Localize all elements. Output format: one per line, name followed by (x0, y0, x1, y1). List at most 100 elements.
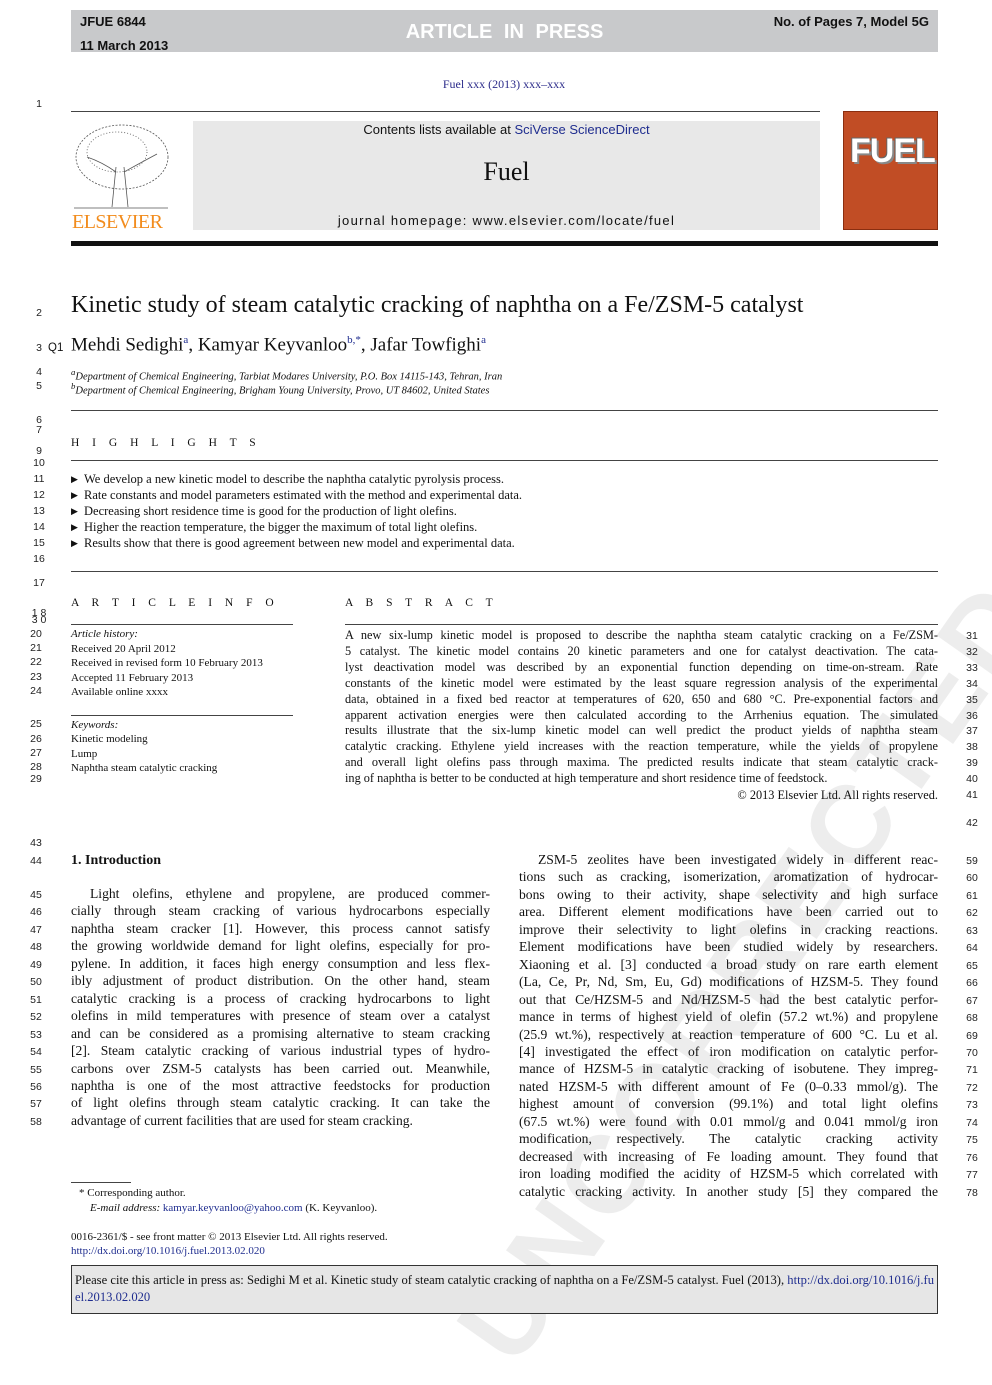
line-number: 62 (966, 907, 978, 920)
email-label: E-mail address: (90, 1202, 163, 1214)
abstract-line: apparent activation energies were then c… (345, 707, 938, 722)
line-number: 75 (966, 1134, 978, 1147)
body-line: ibly adjustment of product distribution.… (71, 973, 490, 989)
body-line: advantage of current facilities that are… (71, 1112, 413, 1128)
issn-line: 0016-2361/$ - see front matter © 2013 El… (71, 1231, 388, 1243)
bullet-icon: ▶ (71, 474, 78, 484)
line-number: 7 (36, 424, 42, 436)
elsevier-logo: ELSEVIER (72, 211, 163, 233)
line-number: 74 (966, 1116, 978, 1129)
page-count: No. of Pages 7, Model 5G (773, 14, 929, 29)
body-line: naphtha steam cracker [1]. However, this… (71, 920, 490, 936)
line-number: 64 (966, 942, 978, 955)
body-line: the growing worldwide demand for light o… (71, 938, 490, 954)
bullet-icon: ▶ (71, 522, 78, 532)
line-number: 57 (30, 1098, 42, 1111)
body-line: Light olefins, ethylene and propylene, a… (90, 886, 490, 901)
body-line: modification, respectively. The catalyti… (519, 1131, 938, 1147)
line-number: 11 (33, 473, 45, 485)
copyright: © 2013 Elsevier Ltd. All rights reserved… (737, 788, 938, 802)
line-number: 55 (30, 1063, 42, 1076)
line-number: 48 (30, 941, 42, 954)
line-number: 67 (966, 994, 978, 1007)
abstract-line: ing of naphtha is better to be conducted… (345, 771, 828, 786)
line-number: 73 (966, 1099, 978, 1112)
sciencedirect-link[interactable]: SciVerse ScienceDirect (514, 122, 649, 137)
affiliation-ref[interactable]: b,* (347, 334, 361, 346)
line-number: 52 (30, 1011, 42, 1024)
doi-link[interactable]: http://dx.doi.org/10.1016/j.fuel.2013.02… (71, 1245, 265, 1257)
history-item: Received in revised form 10 February 201… (71, 657, 263, 670)
section-heading: 1. Introduction (71, 853, 161, 868)
body-line: [4] investigated the effect of iron modi… (519, 1043, 938, 1059)
affiliation-ref[interactable]: a (183, 334, 188, 346)
abstract-line: A new six-lump kinetic model is proposed… (345, 628, 938, 642)
line-number: 1 (36, 98, 42, 110)
line-number: 76 (966, 1151, 978, 1164)
line-number: 35 (966, 693, 978, 706)
elsevier-tree-logo (72, 122, 170, 210)
affiliation: bDepartment of Chemical Engineering, Bri… (71, 381, 489, 397)
line-number: 40 (966, 773, 978, 786)
line-number: 25 (30, 718, 42, 730)
line-number: 65 (966, 959, 978, 972)
highlight-item: Results show that there is good agreemen… (84, 536, 515, 550)
line-number: 38 (966, 741, 978, 754)
line-number: 33 (966, 661, 978, 674)
body-line: mance of HZSM-5 in catalytic cracking of… (519, 1061, 938, 1077)
body-line: out that Ce/HZSM-5 and Nd/HZSM-5 had the… (519, 991, 938, 1007)
line-number: 66 (966, 977, 978, 990)
abstract-heading: A B S T R A C T (345, 597, 498, 609)
line-number: 26 (30, 733, 42, 745)
aff-text: Department of Chemical Engineering, Brig… (75, 385, 490, 397)
line-number: 10 (33, 457, 45, 469)
cite-this-article-box: Please cite this article in press as: Se… (71, 1265, 938, 1314)
line-number: 44 (30, 855, 42, 867)
keyword[interactable]: Lump (71, 748, 97, 760)
body-line: area. Different element modifications ha… (519, 904, 938, 920)
line-number: 61 (966, 889, 978, 902)
line-number: 14 (33, 521, 45, 533)
line-number: 3 0 (31, 614, 47, 626)
line-number: 31 (966, 630, 978, 642)
journal-masthead: Contents lists available at SciVerse Sci… (193, 121, 820, 230)
corresponding-author-note: * Corresponding author. (79, 1187, 186, 1199)
body-line: mance in terms of highest yield of olefi… (519, 1009, 938, 1025)
line-number: 46 (30, 906, 42, 919)
email-link[interactable]: kamyar.keyvanloo@yahoo.com (163, 1202, 303, 1214)
line-number: 12 (33, 489, 45, 501)
line-number: 4 (36, 366, 42, 378)
body-line: Element modifications have been studied … (519, 939, 938, 955)
body-line: olefins in mild temperatures with presen… (71, 1008, 490, 1024)
keyword[interactable]: Naphtha steam catalytic cracking (71, 762, 217, 774)
line-number: 45 (30, 889, 42, 901)
body-line: and can be considered as a promising alt… (71, 1025, 490, 1041)
line-number: 20 (30, 628, 42, 640)
line-number: 34 (966, 677, 978, 690)
line-number: 71 (966, 1064, 978, 1077)
line-number: 72 (966, 1081, 978, 1094)
line-number: 47 (30, 923, 42, 936)
abstract-line: and overall light olefins pass through m… (345, 755, 938, 770)
affiliation-ref[interactable]: a (481, 334, 486, 346)
journal-citation: Fuel xxx (2013) xxx–xxx (442, 77, 566, 91)
article-in-press-bar: JFUE 6844 11 March 2013 ARTICLE IN PRESS… (71, 10, 938, 53)
journal-homepage[interactable]: journal homepage: www.elsevier.com/locat… (193, 213, 820, 228)
line-number: 41 (966, 789, 978, 801)
abstract-line: constants of the kinetic model were esti… (345, 675, 938, 690)
line-number: 28 (30, 761, 42, 773)
line-number: 51 (30, 993, 42, 1006)
body-line: ZSM-5 zeolites have been investigated wi… (538, 852, 938, 867)
contents-label: Contents lists available at (363, 122, 515, 137)
body-line: of light olefins through steam catalytic… (71, 1095, 490, 1111)
line-number: 59 (966, 855, 978, 867)
keyword[interactable]: Kinetic modeling (71, 733, 148, 745)
body-line: Xiaoning et al. [3] conducted a broad st… (519, 956, 938, 972)
article-title: Kinetic study of steam catalytic crackin… (71, 292, 804, 318)
line-number: 13 (33, 505, 45, 517)
body-line: cially through steam cracking of various… (71, 903, 490, 919)
line-number: 16 (33, 553, 45, 565)
line-number: 29 (30, 773, 42, 785)
line-number: 54 (30, 1046, 42, 1059)
line-number: 39 (966, 757, 978, 770)
